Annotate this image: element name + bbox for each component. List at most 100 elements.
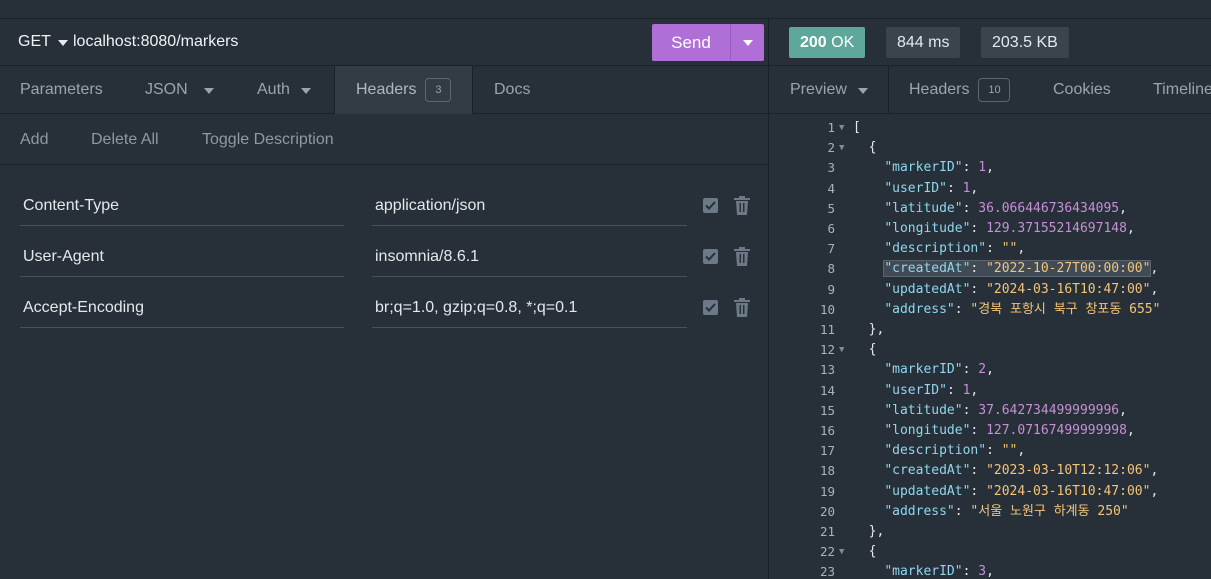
- trash-icon[interactable]: [733, 247, 751, 266]
- json-punct: {: [853, 342, 877, 358]
- json-string: "2023-03-10T12:12:06": [986, 463, 1151, 479]
- code-text: "userID": 1,: [853, 381, 978, 401]
- tab-separator: [888, 66, 889, 114]
- tab-label: Timeline: [1153, 81, 1211, 98]
- json-punct: ,: [986, 362, 994, 378]
- header-row: User-Agent insomnia/8.6.1: [0, 236, 768, 287]
- json-punct: :: [946, 382, 963, 398]
- header-name-input[interactable]: User-Agent: [20, 236, 344, 277]
- method-dropdown[interactable]: GET: [18, 33, 68, 51]
- code-text: "updatedAt": "2024-03-16T10:47:00",: [853, 280, 1158, 300]
- json-punct: ,: [970, 180, 979, 196]
- json-number: 37.642734499999996: [978, 402, 1120, 418]
- tab-label: Auth: [257, 81, 290, 98]
- code-line: 16 "longitude": 127.07167499999998,: [769, 421, 1211, 441]
- line-number: 23: [819, 564, 835, 579]
- header-value-input[interactable]: br;q=1.0, gzip;q=0.8, *;q=0.1: [372, 287, 687, 328]
- code-line: 10 "address": "경북 포항시 북구 창포동 655": [769, 300, 1211, 320]
- json-string: "": [1001, 443, 1018, 459]
- chevron-down-icon: [203, 87, 214, 94]
- json-punct: ,: [1150, 483, 1159, 499]
- header-value-input[interactable]: application/json: [372, 185, 687, 226]
- code-line: 15 "latitude": 37.642734499999996,: [769, 401, 1211, 421]
- header-enabled-checkbox[interactable]: [703, 300, 718, 315]
- tab-docs[interactable]: Docs: [494, 66, 530, 114]
- code-line: 11 },: [769, 320, 1211, 340]
- toggle-description-button[interactable]: Toggle Description: [202, 114, 334, 165]
- header-row: Content-Type application/json: [0, 185, 768, 236]
- tab-auth[interactable]: Auth: [257, 66, 311, 114]
- add-header-button[interactable]: Add: [20, 114, 48, 165]
- code-line: 4 "userID": 1,: [769, 179, 1211, 199]
- url-input[interactable]: localhost:8080/markers: [73, 33, 633, 51]
- code-line: 2 ▼ {: [769, 138, 1211, 158]
- json-punct: },: [853, 524, 885, 539]
- send-options-button[interactable]: [731, 24, 764, 61]
- tab-headers[interactable]: Headers 3: [334, 66, 473, 114]
- request-pane: GET localhost:8080/markers Send Paramete…: [0, 19, 768, 579]
- send-button[interactable]: Send: [652, 24, 730, 61]
- tab-label: Cookies: [1053, 81, 1111, 98]
- json-punct: :: [970, 463, 987, 479]
- tab-response-headers[interactable]: Headers 10: [909, 66, 1011, 114]
- json-key: "userID": [884, 382, 947, 398]
- header-name-input[interactable]: Content-Type: [20, 185, 344, 226]
- line-number: 3: [827, 160, 835, 176]
- json-punct: :: [970, 483, 987, 499]
- tab-preview[interactable]: Preview: [790, 66, 868, 114]
- line-number: 5: [827, 200, 835, 216]
- header-name-input[interactable]: Accept-Encoding: [20, 287, 344, 328]
- fold-icon[interactable]: ▼: [839, 138, 844, 158]
- delete-all-button[interactable]: Delete All: [91, 114, 159, 165]
- json-punct: ,: [1150, 463, 1159, 479]
- json-punct: ,: [986, 564, 994, 579]
- chevron-down-icon: [300, 87, 311, 94]
- trash-icon[interactable]: [733, 298, 751, 317]
- tab-parameters[interactable]: Parameters: [20, 66, 103, 114]
- tab-timeline[interactable]: Timeline: [1153, 66, 1211, 114]
- fold-icon[interactable]: ▼: [839, 118, 844, 138]
- header-enabled-checkbox[interactable]: [703, 249, 718, 264]
- json-punct: :: [962, 402, 979, 418]
- send-button-group: Send: [652, 24, 764, 61]
- code-line: 7 "description": "",: [769, 239, 1211, 259]
- response-status-bar: 200 OK 844 ms 203.5 KB: [769, 19, 1211, 66]
- json-key: "markerID": [884, 564, 963, 579]
- response-preview[interactable]: 1 ▼[2 ▼ {3 "markerID": 1, 4 "userID": 1, 5 "…: [769, 114, 1211, 579]
- tab-label: Headers: [356, 81, 417, 98]
- json-key: "updatedAt": [884, 483, 971, 499]
- fold-icon[interactable]: ▼: [839, 340, 844, 360]
- json-key: "address": [884, 503, 955, 519]
- code-line: 12 ▼ {: [769, 340, 1211, 360]
- code-text: "markerID": 2,: [853, 360, 994, 380]
- code-text: "markerID": 3,: [853, 562, 994, 579]
- trash-icon[interactable]: [733, 196, 751, 215]
- tab-label: JSON: [145, 81, 188, 98]
- json-punct: :: [970, 221, 987, 236]
- code-line: 23 "markerID": 3,: [769, 562, 1211, 579]
- code-text: "createdAt": "2023-03-10T12:12:06",: [853, 461, 1158, 481]
- code-text: "longitude": 129.37155214697148,: [853, 219, 1134, 239]
- json-key: "createdAt": [884, 261, 971, 277]
- json-key: "description": [884, 241, 987, 257]
- json-string: "2024-03-16T10:47:00": [986, 483, 1151, 499]
- json-number: 129.37155214697148: [986, 221, 1127, 236]
- line-number: 17: [819, 443, 835, 459]
- tab-json[interactable]: JSON: [145, 66, 214, 114]
- json-punct: :: [962, 564, 979, 579]
- json-punct: :: [986, 443, 1002, 459]
- fold-icon[interactable]: ▼: [839, 542, 844, 562]
- json-punct: ,: [1150, 281, 1159, 297]
- response-pane: 200 OK 844 ms 203.5 KB Preview Headers 1…: [769, 19, 1211, 579]
- chevron-down-icon: [857, 87, 868, 94]
- code-line: 17 "description": "",: [769, 441, 1211, 461]
- tab-cookies[interactable]: Cookies: [1053, 66, 1111, 114]
- method-label: GET: [18, 33, 51, 50]
- header-value-input[interactable]: insomnia/8.6.1: [372, 236, 687, 277]
- header-enabled-checkbox[interactable]: [703, 198, 718, 213]
- code-line: 20 "address": "서울 노원구 하계동 250": [769, 502, 1211, 522]
